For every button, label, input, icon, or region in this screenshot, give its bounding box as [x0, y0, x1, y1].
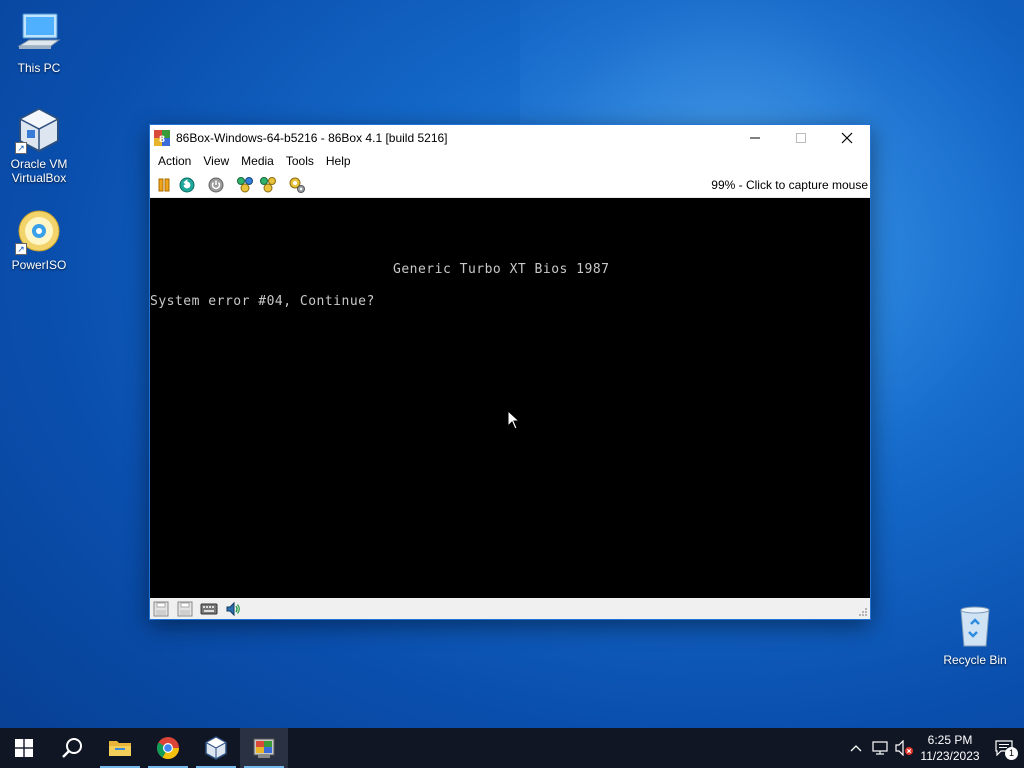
menu-help[interactable]: Help	[320, 150, 357, 172]
network-button[interactable]	[868, 728, 892, 768]
bios-banner: Generic Turbo XT Bios 1987	[393, 262, 610, 277]
system-tray: 6:25 PM 11/23/2023 1	[844, 728, 1024, 768]
window-title: 86Box-Windows-64-b5216 - 86Box 4.1 [buil…	[176, 130, 448, 145]
recycle-bin-icon	[951, 602, 999, 650]
pause-button[interactable]	[154, 175, 174, 195]
start-button[interactable]	[0, 728, 48, 768]
taskbar: 6:25 PM 11/23/2023 1	[0, 728, 1024, 768]
file-explorer-icon	[109, 741, 131, 756]
virtualbox-icon: ↗	[15, 106, 63, 154]
maximize-button[interactable]	[778, 125, 824, 150]
86box-icon: 8	[154, 129, 170, 146]
taskbar-file-explorer[interactable]	[96, 728, 144, 768]
virtualbox-icon	[204, 736, 228, 760]
desktop-icon-label: PowerISO	[11, 258, 67, 272]
keyboard-button[interactable]	[200, 601, 218, 617]
taskbar-chrome[interactable]	[144, 728, 192, 768]
ctrl-alt-del-icon	[237, 176, 253, 192]
taskbar-86box[interactable]	[240, 728, 288, 768]
poweriso-icon: ↗	[15, 207, 63, 255]
floppy-b-button[interactable]	[176, 601, 194, 617]
emulator-screen[interactable]: Generic Turbo XT Bios 1987 System error …	[150, 198, 870, 598]
start-icon	[15, 739, 33, 757]
desktop-icon-virtualbox[interactable]: ↗ Oracle VM VirtualBox	[0, 106, 78, 185]
desktop-icon-poweriso[interactable]: ↗ PowerISO	[0, 207, 78, 272]
desktop-icon-recycle-bin[interactable]: Recycle Bin	[936, 602, 1014, 667]
menu-action[interactable]: Action	[152, 150, 197, 172]
minimize-icon	[750, 137, 760, 138]
reset-button[interactable]	[177, 175, 197, 195]
notifications-button[interactable]: 1	[984, 728, 1024, 768]
86box-icon	[253, 738, 275, 758]
sound-icon	[226, 601, 240, 616]
mouse-capture-status[interactable]: 99% - Click to capture mouse	[711, 178, 868, 192]
title-bar[interactable]: 8 86Box-Windows-64-b5216 - 86Box 4.1 [bu…	[150, 125, 870, 150]
status-bar	[150, 598, 870, 619]
menu-bar: Action View Media Tools Help	[150, 150, 870, 172]
taskbar-virtualbox[interactable]	[192, 728, 240, 768]
menu-tools[interactable]: Tools	[280, 150, 320, 172]
desktop-icon-label: Oracle VM VirtualBox	[10, 157, 68, 185]
power-button[interactable]	[206, 175, 226, 195]
computer-icon	[15, 10, 63, 58]
emulator-window: 8 86Box-Windows-64-b5216 - 86Box 4.1 [bu…	[149, 124, 871, 620]
maximize-icon	[796, 132, 806, 143]
shortcut-arrow-icon: ↗	[15, 243, 27, 255]
bios-error-message: System error #04, Continue?	[150, 294, 375, 309]
svg-text:8: 8	[159, 135, 165, 145]
clock-time: 6:25 PM	[927, 733, 973, 747]
menu-media[interactable]: Media	[235, 150, 280, 172]
ctrl-alt-esc-icon	[260, 176, 276, 192]
resize-grip-icon[interactable]	[858, 607, 868, 617]
show-hidden-icons-icon	[850, 745, 862, 752]
floppy-a-icon	[153, 601, 169, 616]
mouse-cursor-icon	[507, 410, 521, 430]
menu-view[interactable]: View	[197, 150, 235, 172]
reset-icon	[179, 177, 195, 192]
close-button[interactable]	[824, 125, 870, 150]
power-icon	[208, 177, 224, 192]
keyboard-icon	[200, 603, 218, 614]
toolbar: 99% - Click to capture mouse	[150, 172, 870, 198]
settings-button[interactable]	[287, 175, 307, 195]
chrome-icon	[157, 737, 179, 759]
ctrl-alt-esc-button[interactable]	[258, 175, 278, 195]
network-icon	[872, 741, 888, 755]
show-hidden-icons-button[interactable]	[844, 728, 868, 768]
desktop-icon-this-pc[interactable]: This PC	[0, 10, 78, 75]
volume-muted-icon	[895, 740, 913, 756]
volume-button[interactable]	[892, 728, 916, 768]
settings-icon	[289, 177, 305, 193]
shortcut-arrow-icon: ↗	[15, 142, 27, 154]
minimize-button[interactable]	[732, 125, 778, 150]
search-button[interactable]	[48, 728, 96, 768]
ctrl-alt-del-button[interactable]	[235, 175, 255, 195]
clock[interactable]: 6:25 PM 11/23/2023	[916, 732, 984, 764]
search-icon	[62, 738, 82, 758]
floppy-b-icon	[177, 601, 193, 616]
desktop-icon-label: This PC	[17, 61, 61, 75]
clock-date: 11/23/2023	[920, 749, 980, 763]
notification-count-badge: 1	[1005, 747, 1018, 760]
sound-button[interactable]	[224, 601, 242, 617]
desktop-icon-label: Recycle Bin	[943, 653, 1007, 667]
pause-icon	[158, 178, 170, 191]
close-icon	[841, 132, 853, 143]
floppy-a-button[interactable]	[152, 601, 170, 617]
